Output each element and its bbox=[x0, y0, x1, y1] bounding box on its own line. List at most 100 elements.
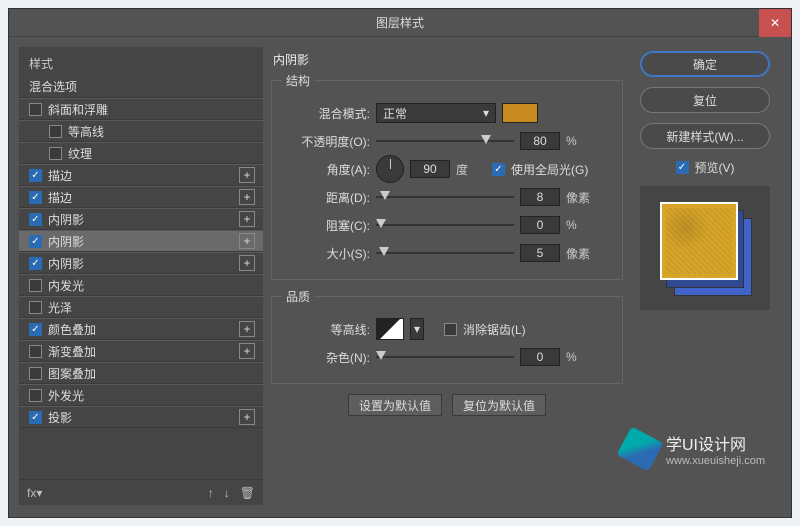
style-row[interactable]: 斜面和浮雕 bbox=[19, 98, 263, 120]
style-row[interactable]: 图案叠加 bbox=[19, 362, 263, 384]
add-effect-button[interactable]: + bbox=[239, 321, 255, 337]
style-checkbox[interactable] bbox=[29, 345, 42, 358]
style-checkbox[interactable]: ✓ bbox=[29, 169, 42, 182]
noise-input[interactable]: 0 bbox=[520, 348, 560, 366]
style-checkbox[interactable]: ✓ bbox=[29, 257, 42, 270]
style-label: 描边 bbox=[48, 167, 72, 184]
contour-picker[interactable] bbox=[376, 318, 404, 340]
style-checkbox[interactable]: ✓ bbox=[29, 323, 42, 336]
styles-header: 样式 bbox=[19, 47, 263, 76]
angle-input[interactable]: 90 bbox=[410, 160, 450, 178]
styles-panel: 样式 混合选项 斜面和浮雕等高线纹理✓描边+✓描边+✓内阴影+✓内阴影+✓内阴影… bbox=[19, 47, 263, 505]
add-effect-button[interactable]: + bbox=[239, 167, 255, 183]
style-checkbox[interactable]: ✓ bbox=[29, 411, 42, 424]
style-row[interactable]: 纹理 bbox=[19, 142, 263, 164]
contour-dropdown[interactable]: ▾ bbox=[410, 318, 424, 340]
move-down-icon[interactable]: ↓ bbox=[224, 486, 230, 500]
style-checkbox[interactable]: ✓ bbox=[29, 191, 42, 204]
dialog-title: 图层样式 bbox=[376, 14, 424, 31]
style-row[interactable]: ✓颜色叠加+ bbox=[19, 318, 263, 340]
style-checkbox[interactable] bbox=[29, 367, 42, 380]
distance-unit: 像素 bbox=[566, 189, 596, 206]
add-effect-button[interactable]: + bbox=[239, 189, 255, 205]
add-effect-button[interactable]: + bbox=[239, 409, 255, 425]
style-row[interactable]: ✓投影+ bbox=[19, 406, 263, 428]
style-list: 斜面和浮雕等高线纹理✓描边+✓描边+✓内阴影+✓内阴影+✓内阴影+内发光光泽✓颜… bbox=[19, 98, 263, 479]
style-row[interactable]: ✓ 内阴影 + bbox=[19, 230, 263, 252]
trash-icon[interactable]: 🗑 bbox=[240, 486, 255, 500]
angle-unit: 度 bbox=[456, 161, 486, 178]
make-default-button[interactable]: 设置为默认值 bbox=[348, 394, 442, 416]
choke-input[interactable]: 0 bbox=[520, 216, 560, 234]
blending-options-row[interactable]: 混合选项 bbox=[19, 76, 263, 98]
style-checkbox[interactable]: ✓ bbox=[29, 235, 42, 248]
new-style-button[interactable]: 新建样式(W)... bbox=[640, 123, 770, 149]
global-light-label: 使用全局光(G) bbox=[511, 161, 588, 178]
opacity-input[interactable]: 80 bbox=[520, 132, 560, 150]
style-label: 斜面和浮雕 bbox=[48, 101, 108, 118]
style-row[interactable]: ✓ 内阴影 + bbox=[19, 252, 263, 274]
style-checkbox[interactable] bbox=[29, 389, 42, 402]
choke-unit: % bbox=[566, 218, 596, 232]
global-light-checkbox[interactable]: ✓ bbox=[492, 163, 505, 176]
style-checkbox[interactable] bbox=[49, 147, 62, 160]
quality-group: 品质 等高线: ▾ 消除锯齿(L) 杂色(N): 0 % bbox=[271, 288, 623, 384]
style-row[interactable]: 内发光 bbox=[19, 274, 263, 296]
choke-slider[interactable] bbox=[376, 218, 514, 232]
ok-button[interactable]: 确定 bbox=[640, 51, 770, 77]
move-up-icon[interactable]: ↑ bbox=[208, 486, 214, 500]
section-title: 内阴影 bbox=[267, 47, 627, 70]
style-label: 内发光 bbox=[48, 277, 84, 294]
distance-input[interactable]: 8 bbox=[520, 188, 560, 206]
blend-mode-value: 正常 bbox=[383, 105, 407, 122]
structure-legend: 结构 bbox=[282, 72, 314, 89]
preview-label: 预览(V) bbox=[695, 159, 735, 176]
style-label: 外发光 bbox=[48, 387, 84, 404]
close-icon: ✕ bbox=[770, 16, 780, 30]
style-label: 内阴影 bbox=[48, 255, 84, 272]
style-row[interactable]: 等高线 bbox=[19, 120, 263, 142]
noise-unit: % bbox=[566, 350, 596, 364]
style-label: 图案叠加 bbox=[48, 365, 96, 382]
angle-dial[interactable] bbox=[376, 155, 404, 183]
style-row[interactable]: ✓内阴影+ bbox=[19, 208, 263, 230]
style-checkbox[interactable] bbox=[49, 125, 62, 138]
dialog-body: 样式 混合选项 斜面和浮雕等高线纹理✓描边+✓描边+✓内阴影+✓内阴影+✓内阴影… bbox=[9, 37, 791, 517]
add-effect-button[interactable]: + bbox=[239, 211, 255, 227]
style-row[interactable]: 外发光 bbox=[19, 384, 263, 406]
add-effect-button[interactable]: + bbox=[239, 255, 255, 271]
style-checkbox[interactable] bbox=[29, 279, 42, 292]
reset-default-button[interactable]: 复位为默认值 bbox=[452, 394, 546, 416]
fx-menu-icon[interactable]: fx▾ bbox=[27, 486, 42, 500]
angle-label: 角度(A): bbox=[282, 161, 370, 178]
noise-slider[interactable] bbox=[376, 350, 514, 364]
style-label: 纹理 bbox=[68, 145, 92, 162]
cancel-button[interactable]: 复位 bbox=[640, 87, 770, 113]
style-row[interactable]: ✓ 描边 + bbox=[19, 164, 263, 186]
close-button[interactable]: ✕ bbox=[759, 9, 791, 37]
add-effect-button[interactable]: + bbox=[239, 343, 255, 359]
add-effect-button[interactable]: + bbox=[239, 233, 255, 249]
size-unit: 像素 bbox=[566, 245, 596, 262]
distance-slider[interactable] bbox=[376, 190, 514, 204]
opacity-label: 不透明度(O): bbox=[282, 133, 370, 150]
color-swatch[interactable] bbox=[502, 103, 538, 123]
style-label: 内阴影 bbox=[48, 233, 84, 250]
opacity-slider[interactable] bbox=[376, 134, 514, 148]
style-row[interactable]: 光泽 bbox=[19, 296, 263, 318]
preview-box bbox=[640, 186, 770, 310]
size-input[interactable]: 5 bbox=[520, 244, 560, 262]
blend-mode-select[interactable]: 正常 ▾ bbox=[376, 103, 496, 123]
style-checkbox[interactable]: ✓ bbox=[29, 213, 42, 226]
antialias-checkbox[interactable] bbox=[444, 323, 457, 336]
quality-legend: 品质 bbox=[282, 288, 314, 305]
style-checkbox[interactable] bbox=[29, 301, 42, 314]
blend-mode-label: 混合模式: bbox=[282, 105, 370, 122]
preview-checkbox[interactable]: ✓ bbox=[676, 161, 689, 174]
structure-group: 结构 混合模式: 正常 ▾ 不透明度(O): 80 % 角度(A): bbox=[271, 72, 623, 280]
style-row[interactable]: ✓描边+ bbox=[19, 186, 263, 208]
style-row[interactable]: 渐变叠加+ bbox=[19, 340, 263, 362]
contour-label: 等高线: bbox=[282, 321, 370, 338]
size-slider[interactable] bbox=[376, 246, 514, 260]
style-checkbox[interactable] bbox=[29, 103, 42, 116]
